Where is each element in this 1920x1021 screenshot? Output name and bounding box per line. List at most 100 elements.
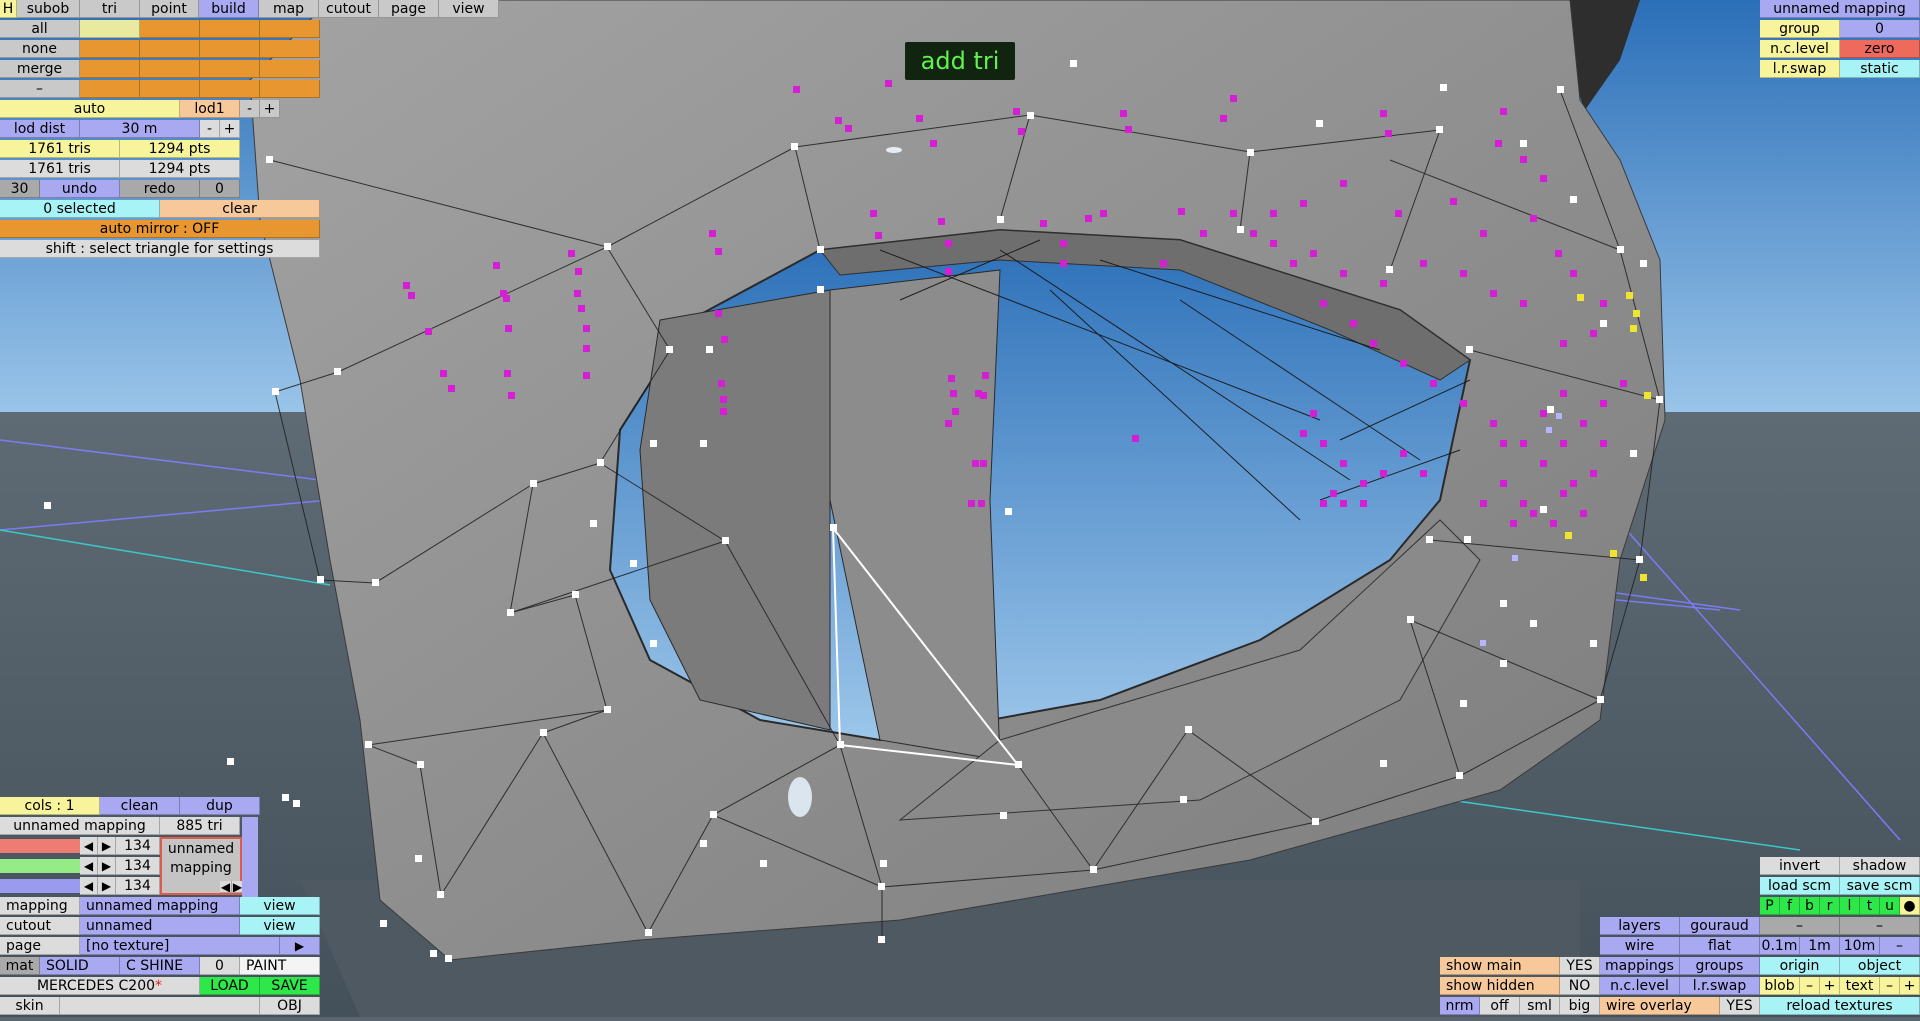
nc-level-button[interactable]: n.c.level <box>1600 977 1680 995</box>
solid-button[interactable]: SOLID <box>40 957 120 975</box>
blue-channel-value[interactable]: 134 <box>116 877 160 895</box>
tab-tri[interactable]: tri <box>80 0 140 18</box>
layer-cell[interactable] <box>260 20 320 38</box>
tab-h[interactable]: H <box>0 0 17 18</box>
dist-01m-button[interactable]: 0.1m <box>1760 937 1800 955</box>
red-increase-button[interactable]: ▶ <box>98 837 116 855</box>
save-button[interactable]: SAVE <box>260 977 320 995</box>
lod-button[interactable]: lod1 <box>180 100 240 118</box>
tab-subob[interactable]: subob <box>17 0 80 18</box>
dash-button-1[interactable]: – <box>1760 917 1840 935</box>
red-decrease-button[interactable]: ◀ <box>80 837 98 855</box>
layer-cell[interactable] <box>260 40 320 58</box>
show-main-toggle[interactable]: YES <box>1560 957 1600 975</box>
nrm-button[interactable]: nrm <box>1440 997 1480 1015</box>
mappings-button[interactable]: mappings <box>1600 957 1680 975</box>
layer-cell[interactable] <box>200 60 260 78</box>
blue-decrease-button[interactable]: ◀ <box>80 877 98 895</box>
undo-button[interactable]: undo <box>40 180 120 198</box>
lod-plus-button[interactable]: + <box>260 100 280 118</box>
sml-button[interactable]: sml <box>1520 997 1560 1015</box>
flag-u-toggle[interactable]: u <box>1880 897 1900 915</box>
shine-value[interactable]: 0 <box>200 957 240 975</box>
reload-textures-button[interactable]: reload textures <box>1760 997 1920 1015</box>
c-shine-button[interactable]: C SHINE <box>120 957 200 975</box>
auto-mirror-toggle[interactable]: auto mirror : OFF <box>0 220 320 238</box>
green-decrease-button[interactable]: ◀ <box>80 857 98 875</box>
select-none-button[interactable]: none <box>0 40 80 58</box>
load-scm-button[interactable]: load scm <box>1760 877 1840 895</box>
lod-minus-button[interactable]: - <box>240 100 260 118</box>
flag-p-toggle[interactable]: P <box>1760 897 1780 915</box>
layer-cell[interactable] <box>80 20 140 38</box>
layer-cell[interactable] <box>80 80 140 98</box>
layers-button[interactable]: layers <box>1600 917 1680 935</box>
dist-1m-button[interactable]: 1m <box>1800 937 1840 955</box>
mapping-view-button[interactable]: view <box>240 897 320 915</box>
text-plus-button[interactable]: + <box>1900 977 1920 995</box>
wire-overlay-toggle[interactable]: YES <box>1720 997 1760 1015</box>
clear-button[interactable]: clear <box>160 200 320 218</box>
cutout-select[interactable]: unnamed <box>80 917 240 935</box>
tab-build[interactable]: build <box>199 0 259 18</box>
origin-button[interactable]: origin <box>1760 957 1840 975</box>
redo-button[interactable]: redo <box>120 180 200 198</box>
obj-button[interactable]: OBJ <box>260 997 320 1015</box>
layer-cell[interactable] <box>140 60 200 78</box>
tab-view[interactable]: view <box>439 0 499 18</box>
dup-button[interactable]: dup <box>180 797 260 815</box>
tab-page[interactable]: page <box>379 0 439 18</box>
cols-button[interactable]: cols : 1 <box>0 797 100 815</box>
gouraud-button[interactable]: gouraud <box>1680 917 1760 935</box>
flag-r-toggle[interactable]: r <box>1820 897 1840 915</box>
lod-dist-value[interactable]: 30 m <box>80 120 200 138</box>
layer-cell[interactable] <box>80 60 140 78</box>
layer-cell[interactable] <box>260 60 320 78</box>
wire-button[interactable]: wire <box>1600 937 1680 955</box>
tab-cutout[interactable]: cutout <box>319 0 379 18</box>
merge-button[interactable]: merge <box>0 60 80 78</box>
page-select[interactable]: [no texture] <box>80 937 280 955</box>
dist-dash-button[interactable]: – <box>1880 937 1920 955</box>
skin-field[interactable] <box>60 997 260 1015</box>
layer-cell[interactable] <box>140 40 200 58</box>
lr-swap-button[interactable]: l.r.swap <box>1680 977 1760 995</box>
flag-b-toggle[interactable]: b <box>1800 897 1820 915</box>
flag-l-toggle[interactable]: l <box>1840 897 1860 915</box>
show-hidden-toggle[interactable]: NO <box>1560 977 1600 995</box>
paint-button[interactable]: PAINT <box>240 957 320 975</box>
mapping-select[interactable]: unnamed mapping <box>80 897 240 915</box>
mapping-scrollbar[interactable] <box>242 817 258 897</box>
red-channel-value[interactable]: 134 <box>116 837 160 855</box>
layer-cell[interactable] <box>200 80 260 98</box>
invert-button[interactable]: invert <box>1760 857 1840 875</box>
shadow-button[interactable]: shadow <box>1840 857 1920 875</box>
blue-increase-button[interactable]: ▶ <box>98 877 116 895</box>
groups-button[interactable]: groups <box>1680 957 1760 975</box>
page-next-icon[interactable]: ▶ <box>280 937 320 955</box>
tab-map[interactable]: map <box>259 0 319 18</box>
dash-button[interactable]: – <box>0 80 80 98</box>
nc-level-value[interactable]: zero <box>1840 40 1920 58</box>
object-button[interactable]: object <box>1840 957 1920 975</box>
text-minus-button[interactable]: – <box>1880 977 1900 995</box>
layer-cell[interactable] <box>260 80 320 98</box>
dash-button-2[interactable]: – <box>1840 917 1920 935</box>
group-value[interactable]: 0 <box>1840 20 1920 38</box>
clean-button[interactable]: clean <box>100 797 180 815</box>
flat-button[interactable]: flat <box>1680 937 1760 955</box>
green-increase-button[interactable]: ▶ <box>98 857 116 875</box>
layer-cell[interactable] <box>140 20 200 38</box>
blob-minus-button[interactable]: – <box>1800 977 1820 995</box>
cutout-view-button[interactable]: view <box>240 917 320 935</box>
layer-cell[interactable] <box>200 40 260 58</box>
mapping-title[interactable]: unnamed mapping <box>1760 0 1920 18</box>
select-all-button[interactable]: all <box>0 20 80 38</box>
tab-point[interactable]: point <box>140 0 199 18</box>
lod-dist-plus-button[interactable]: + <box>220 120 240 138</box>
dist-10m-button[interactable]: 10m <box>1840 937 1880 955</box>
flag-t-toggle[interactable]: t <box>1860 897 1880 915</box>
auto-lod-button[interactable]: auto <box>0 100 180 118</box>
blob-plus-button[interactable]: + <box>1820 977 1840 995</box>
lr-swap-value[interactable]: static <box>1840 60 1920 78</box>
